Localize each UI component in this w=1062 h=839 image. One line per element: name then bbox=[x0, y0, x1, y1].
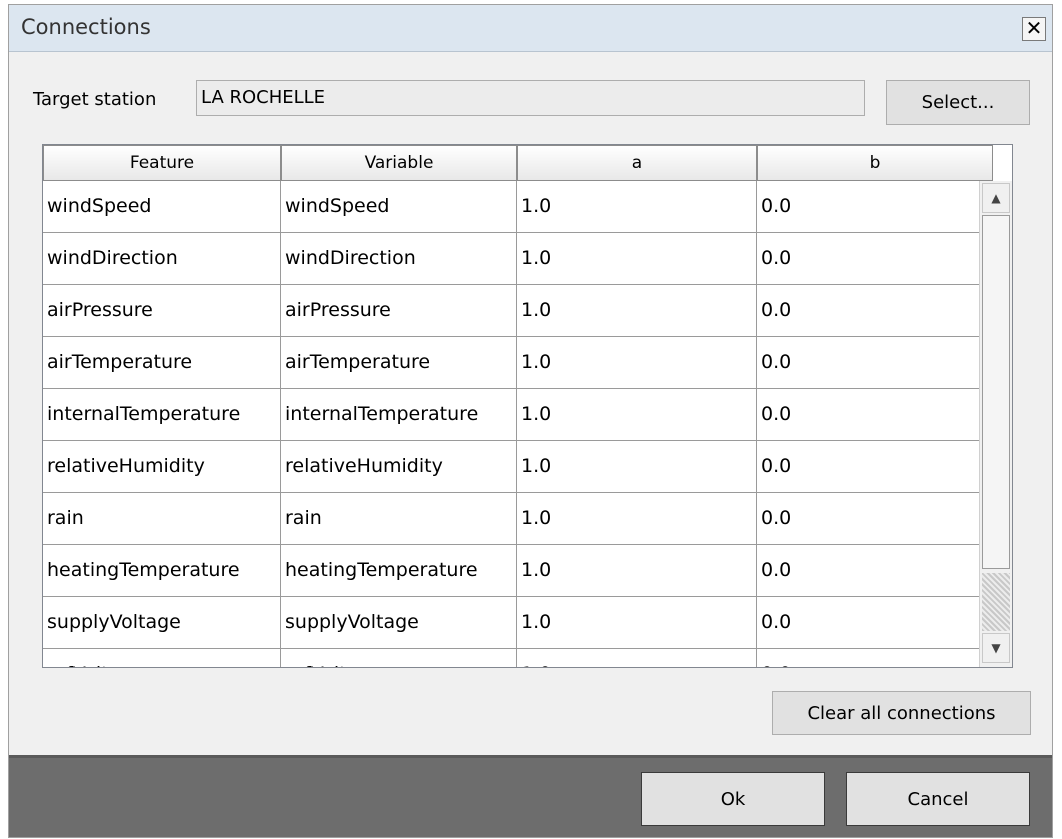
table-row[interactable]: rain rain 1.0 0.0 bbox=[43, 493, 996, 545]
cell-feature[interactable]: airTemperature bbox=[43, 337, 281, 388]
target-station-field[interactable]: LA ROCHELLE bbox=[196, 80, 865, 116]
table-body: windSpeed windSpeed 1.0 0.0 windDirection win… bbox=[43, 181, 996, 667]
cell-b[interactable]: 0.0 bbox=[757, 493, 996, 544]
close-icon: ✕ bbox=[1025, 16, 1043, 40]
cell-feature[interactable]: internalTemperature bbox=[43, 389, 281, 440]
table-row[interactable]: windSpeed windSpeed 1.0 0.0 bbox=[43, 181, 996, 233]
title-bar: Connections ✕ bbox=[9, 5, 1052, 52]
header-a[interactable]: a bbox=[517, 145, 757, 181]
cell-b[interactable]: 0.0 bbox=[757, 181, 996, 232]
cell-a[interactable]: 1.0 bbox=[517, 545, 757, 596]
cell-feature[interactable]: supplyVoltage bbox=[43, 597, 281, 648]
cell-b[interactable]: 0.0 bbox=[757, 441, 996, 492]
cell-variable[interactable]: supplyVoltage bbox=[281, 597, 517, 648]
cell-a[interactable]: 1.0 bbox=[517, 285, 757, 336]
scroll-down-button[interactable]: ▼ bbox=[982, 633, 1010, 663]
connections-table: Feature Variable a b windSpeed windSpeed 1… bbox=[42, 144, 1013, 668]
cell-a[interactable]: 1.0 bbox=[517, 181, 757, 232]
cell-variable[interactable]: internalTemperature bbox=[281, 389, 517, 440]
cell-feature[interactable]: relativeHumidity bbox=[43, 441, 281, 492]
table-row[interactable]: internalTemperature internalTemperature 1.… bbox=[43, 389, 996, 441]
cell-variable[interactable]: refVoltage bbox=[281, 649, 517, 667]
cell-a[interactable]: 1.0 bbox=[517, 441, 757, 492]
cell-variable[interactable]: airPressure bbox=[281, 285, 517, 336]
cell-a[interactable]: 1.0 bbox=[517, 389, 757, 440]
table-row[interactable]: relativeHumidity relativeHumidity 1.0 0.0 bbox=[43, 441, 996, 493]
cell-variable[interactable]: windDirection bbox=[281, 233, 517, 284]
cell-feature[interactable]: refVoltage bbox=[43, 649, 281, 667]
header-b[interactable]: b bbox=[757, 145, 993, 181]
cell-b[interactable]: 0.0 bbox=[757, 389, 996, 440]
connections-dialog: Connections ✕ Target station LA ROCHELLE… bbox=[8, 4, 1053, 838]
cell-a[interactable]: 1.0 bbox=[517, 649, 757, 667]
cell-variable[interactable]: airTemperature bbox=[281, 337, 517, 388]
cell-variable[interactable]: rain bbox=[281, 493, 517, 544]
clear-all-connections-button[interactable]: Clear all connections bbox=[772, 691, 1031, 735]
cell-feature[interactable]: rain bbox=[43, 493, 281, 544]
cell-variable[interactable]: windSpeed bbox=[281, 181, 517, 232]
close-button[interactable]: ✕ bbox=[1022, 17, 1046, 41]
cell-a[interactable]: 1.0 bbox=[517, 337, 757, 388]
scrollbar-track[interactable] bbox=[982, 573, 1010, 631]
header-variable[interactable]: Variable bbox=[281, 145, 517, 181]
cell-feature[interactable]: windSpeed bbox=[43, 181, 281, 232]
cell-variable[interactable]: heatingTemperature bbox=[281, 545, 517, 596]
header-feature[interactable]: Feature bbox=[43, 145, 281, 181]
table-row[interactable]: supplyVoltage supplyVoltage 1.0 0.0 bbox=[43, 597, 996, 649]
cell-a[interactable]: 1.0 bbox=[517, 233, 757, 284]
cell-b[interactable]: 0.0 bbox=[757, 597, 996, 648]
cell-b[interactable]: 0.0 bbox=[757, 545, 996, 596]
table-row[interactable]: refVoltagerefVoltage1.00.0 bbox=[43, 649, 996, 667]
cell-b[interactable]: 0.0 bbox=[757, 233, 996, 284]
scroll-up-button[interactable]: ▲ bbox=[982, 183, 1010, 213]
arrow-up-icon: ▲ bbox=[991, 191, 1001, 205]
cell-b[interactable]: 0.0 bbox=[757, 337, 996, 388]
select-button[interactable]: Select... bbox=[886, 80, 1030, 125]
table-row[interactable]: heatingTemperature heatingTemperature 1.0 0… bbox=[43, 545, 996, 597]
ok-button[interactable]: Ok bbox=[641, 772, 825, 826]
cell-variable[interactable]: relativeHumidity bbox=[281, 441, 517, 492]
cell-a[interactable]: 1.0 bbox=[517, 597, 757, 648]
cell-feature[interactable]: airPressure bbox=[43, 285, 281, 336]
cell-b[interactable]: 0.0 bbox=[757, 649, 996, 667]
arrow-down-icon: ▼ bbox=[991, 641, 1001, 655]
scrollbar-thumb[interactable] bbox=[982, 215, 1010, 569]
target-station-label: Target station bbox=[33, 89, 157, 110]
cancel-button[interactable]: Cancel bbox=[846, 772, 1030, 826]
table-row[interactable]: airTemperature airTemperature 1.0 0.0 bbox=[43, 337, 996, 389]
dialog-title: Connections bbox=[21, 15, 151, 39]
cell-feature[interactable]: heatingTemperature bbox=[43, 545, 281, 596]
table-header: Feature Variable a b bbox=[43, 145, 1012, 181]
table-row[interactable]: airPressure airPressure 1.0 0.0 bbox=[43, 285, 996, 337]
vertical-scrollbar[interactable]: ▲ ▼ bbox=[979, 181, 1012, 667]
cell-a[interactable]: 1.0 bbox=[517, 493, 757, 544]
cell-feature[interactable]: windDirection bbox=[43, 233, 281, 284]
table-row[interactable]: windDirection windDirection 1.0 0.0 bbox=[43, 233, 996, 285]
button-bar: Ok Cancel bbox=[9, 755, 1052, 837]
cell-b[interactable]: 0.0 bbox=[757, 285, 996, 336]
